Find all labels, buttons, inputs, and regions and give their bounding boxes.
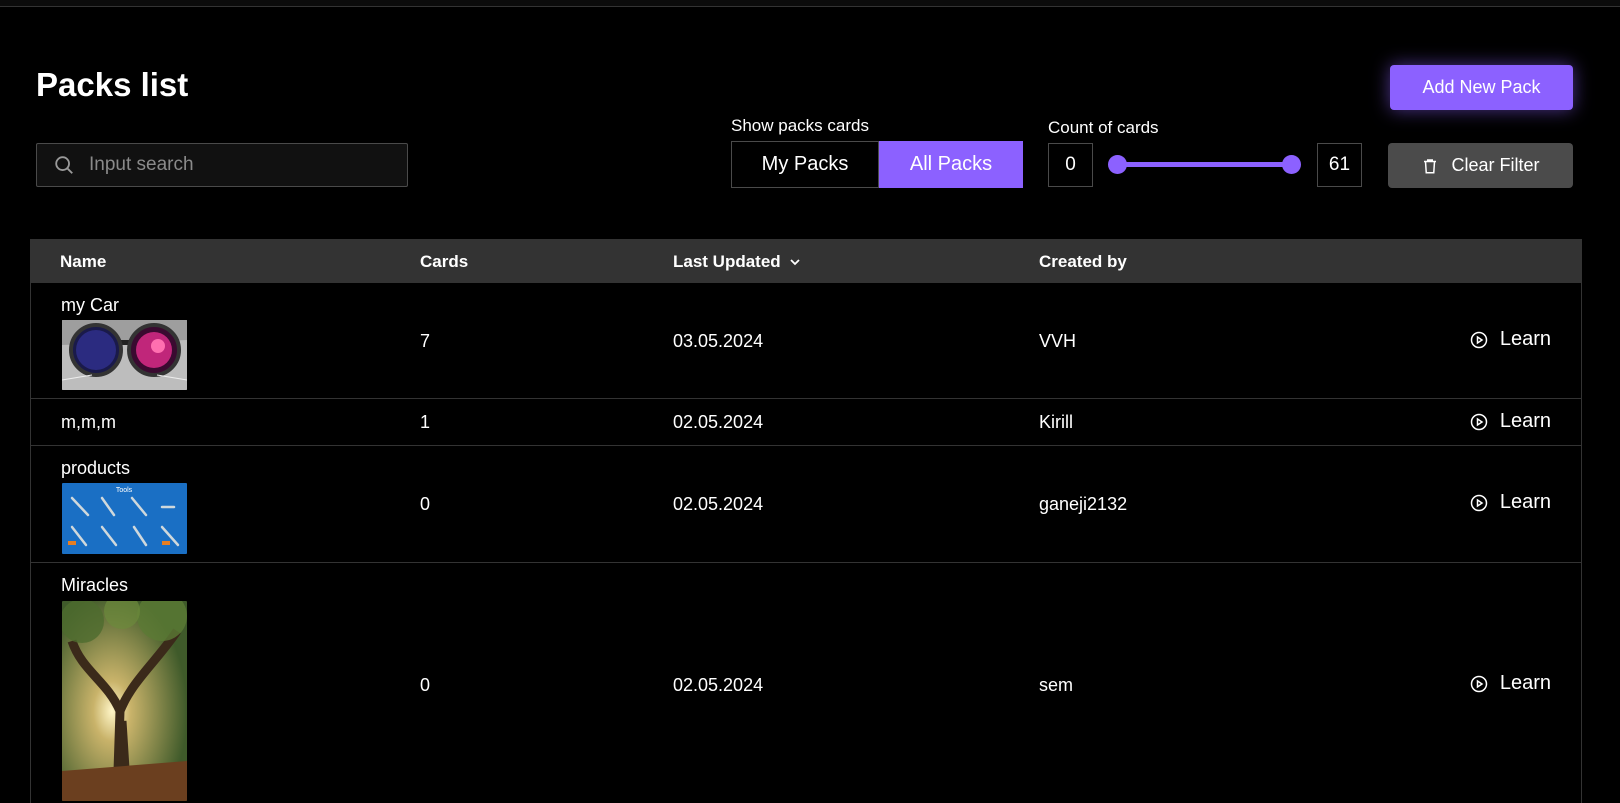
pack-author: VVH <box>1039 331 1077 351</box>
pack-cards-count: 7 <box>420 331 431 351</box>
table-header: Name Cards Last Updated Created by <box>31 239 1581 283</box>
packs-toggle: My Packs All Packs <box>731 141 1023 188</box>
column-last-updated[interactable]: Last Updated <box>673 252 801 272</box>
clear-filter-label: Clear Filter <box>1451 155 1540 175</box>
tools-image-title: Tools <box>116 487 133 494</box>
learn-label: Learn <box>1499 672 1551 694</box>
play-circle-icon <box>1470 331 1488 348</box>
trash-icon <box>1424 158 1437 173</box>
learn-label: Learn <box>1499 491 1551 513</box>
learn-label: Learn <box>1499 328 1551 350</box>
pack-name: products <box>61 458 131 478</box>
chevron-down-icon <box>790 259 800 266</box>
packs-table: Name Cards Last Updated Created by my Ca… <box>30 239 1582 803</box>
show-packs-label: Show packs cards <box>731 116 869 135</box>
min-cards-value[interactable]: 0 <box>1048 143 1093 187</box>
max-cards-value[interactable]: 61 <box>1317 143 1362 187</box>
pack-cards-count: 0 <box>420 675 431 695</box>
play-circle-icon <box>1470 413 1488 430</box>
column-cards[interactable]: Cards <box>420 252 468 272</box>
pack-updated: 02.05.2024 <box>673 494 764 514</box>
search-input[interactable] <box>87 153 391 177</box>
pack-author: sem <box>1039 675 1074 695</box>
learn-button[interactable]: Learn <box>1470 410 1551 433</box>
pack-cards-count: 1 <box>420 412 431 432</box>
table-row: m,m,m 1 02.05.2024 Kirill Learn <box>31 399 1581 446</box>
pack-cards-count: 0 <box>420 494 431 514</box>
pack-name: my Car <box>61 295 119 315</box>
learn-button[interactable]: Learn <box>1470 491 1551 514</box>
pack-name: m,m,m <box>61 412 116 432</box>
pack-updated: 02.05.2024 <box>673 412 764 432</box>
column-created-by[interactable]: Created by <box>1039 252 1127 272</box>
column-last-updated-label: Last Updated <box>673 252 781 271</box>
pack-cover-image <box>62 601 187 801</box>
pack-updated: 03.05.2024 <box>673 331 764 351</box>
pack-cover-image <box>62 320 187 390</box>
pack-author: Kirill <box>1039 412 1073 432</box>
pack-updated: 02.05.2024 <box>673 675 764 695</box>
slider-min-handle[interactable] <box>1108 155 1127 174</box>
my-packs-button[interactable]: My Packs <box>731 141 879 188</box>
pack-cover-image: Tools <box>62 483 187 554</box>
pack-name: Miracles <box>61 575 129 595</box>
learn-button[interactable]: Learn <box>1470 672 1551 695</box>
page-title: Packs list <box>36 66 189 103</box>
search-box[interactable] <box>36 143 408 187</box>
column-name[interactable]: Name <box>60 252 106 272</box>
clear-filter-button[interactable]: Clear Filter <box>1388 143 1573 188</box>
all-packs-button[interactable]: All Packs <box>879 141 1023 188</box>
add-new-pack-button[interactable]: Add New Pack <box>1390 65 1573 110</box>
play-circle-icon <box>1470 494 1488 511</box>
top-bar <box>0 0 1620 7</box>
search-icon <box>55 156 73 174</box>
learn-label: Learn <box>1499 410 1551 432</box>
count-of-cards-label: Count of cards <box>1048 118 1159 137</box>
cards-range-slider[interactable] <box>1117 162 1292 167</box>
slider-max-handle[interactable] <box>1282 155 1301 174</box>
table-row: Miracles 0 02.05.2024 sem Learn <box>31 563 1581 803</box>
pack-author: ganeji2132 <box>1039 494 1128 514</box>
learn-button[interactable]: Learn <box>1470 328 1551 351</box>
table-row: products Tools 0 02.05.2024 ganeji2132 L… <box>31 446 1581 563</box>
table-row: my Car 7 03.05.2024 VVH Learn <box>31 283 1581 399</box>
play-circle-icon <box>1470 675 1488 692</box>
